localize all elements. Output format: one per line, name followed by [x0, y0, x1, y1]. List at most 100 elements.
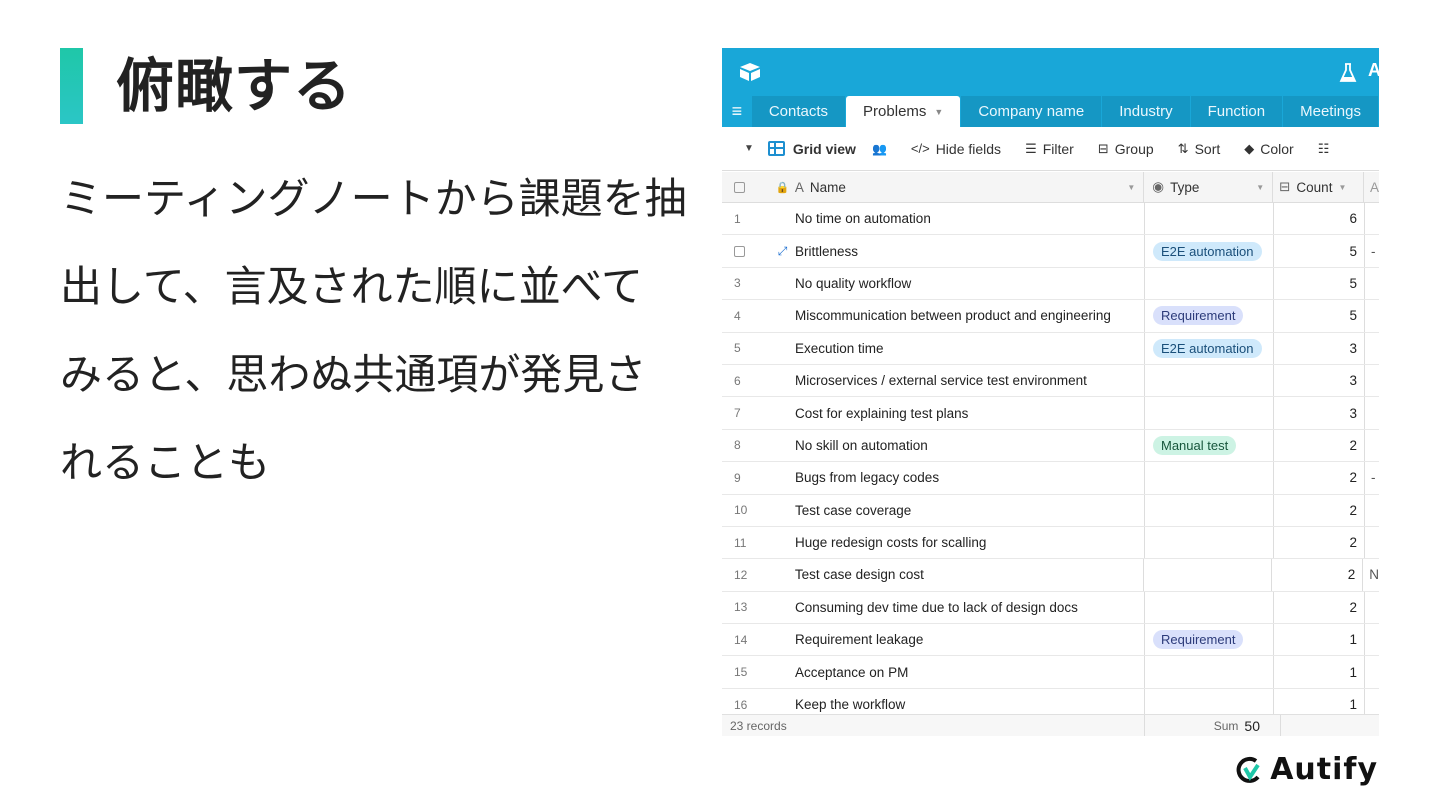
- name-cell[interactable]: Miscommunication between product and eng…: [795, 300, 1145, 332]
- caret-down-icon[interactable]: ▼: [744, 143, 754, 154]
- count-cell[interactable]: 2: [1272, 559, 1364, 591]
- app-logo-icon[interactable]: [738, 62, 762, 82]
- table-row[interactable]: 5 Execution time E2E automation 3: [722, 332, 1379, 365]
- caret-down-icon[interactable]: ▼: [934, 107, 943, 117]
- next-cell[interactable]: [1365, 624, 1379, 655]
- table-row[interactable]: 1 No time on automation 6: [722, 203, 1379, 236]
- tab-problems[interactable]: Problems ▼: [846, 96, 961, 127]
- menu-icon[interactable]: ≡: [722, 96, 752, 127]
- name-cell[interactable]: Consuming dev time due to lack of design…: [795, 591, 1145, 624]
- type-cell[interactable]: [1145, 656, 1274, 688]
- column-header-next[interactable]: A: [1364, 172, 1379, 202]
- next-cell[interactable]: [1365, 527, 1379, 558]
- count-cell[interactable]: 2: [1274, 429, 1365, 462]
- count-cell[interactable]: 1: [1274, 624, 1365, 656]
- next-cell[interactable]: [1365, 203, 1379, 234]
- sort-button[interactable]: ⇅ Sort: [1178, 141, 1221, 157]
- column-header-name[interactable]: A Name ▼: [795, 172, 1145, 202]
- table-row[interactable]: 13 Consuming dev time due to lack of desi…: [722, 591, 1379, 625]
- row-height-button[interactable]: ☷: [1318, 141, 1336, 157]
- hide-fields-button[interactable]: </> Hide fields: [911, 141, 1001, 157]
- expand-record-icon[interactable]: ⤢: [770, 235, 795, 266]
- table-row[interactable]: 3 No quality workflow 5: [722, 267, 1379, 301]
- name-cell[interactable]: Requirement leakage: [795, 624, 1145, 656]
- type-cell[interactable]: [1145, 267, 1274, 300]
- group-button[interactable]: ⊟ Group: [1098, 141, 1154, 157]
- count-cell[interactable]: 3: [1274, 364, 1365, 397]
- count-cell[interactable]: 1: [1274, 656, 1365, 688]
- table-row[interactable]: 6 Microservices / external service test e…: [722, 364, 1379, 398]
- type-cell[interactable]: [1145, 203, 1274, 235]
- name-cell[interactable]: No quality workflow: [795, 267, 1145, 300]
- checkbox[interactable]: [734, 181, 745, 193]
- type-cell[interactable]: Requirement: [1145, 624, 1274, 656]
- next-cell[interactable]: [1365, 300, 1379, 331]
- count-cell[interactable]: 5: [1274, 267, 1365, 300]
- tab-function[interactable]: Function: [1190, 96, 1283, 127]
- tab-company-name[interactable]: Company name: [961, 96, 1102, 127]
- name-cell[interactable]: No time on automation: [795, 203, 1145, 235]
- type-cell[interactable]: E2E automation: [1145, 235, 1274, 267]
- table-row[interactable]: 15 Acceptance on PM 1: [722, 656, 1379, 689]
- flask-icon[interactable]: [1339, 63, 1357, 83]
- name-cell[interactable]: Acceptance on PM: [795, 656, 1145, 688]
- type-cell[interactable]: E2E automation: [1145, 332, 1274, 364]
- tab-contacts[interactable]: Contacts: [751, 96, 846, 127]
- table-row[interactable]: 12 Test case design cost 2 N: [722, 559, 1379, 592]
- next-cell[interactable]: [1365, 365, 1379, 396]
- chevron-down-icon[interactable]: ▼: [1256, 183, 1264, 192]
- sum-summary[interactable]: Sum 50: [1145, 715, 1281, 736]
- type-cell[interactable]: [1145, 462, 1274, 494]
- next-cell[interactable]: N: [1363, 559, 1379, 590]
- chevron-down-icon[interactable]: ▼: [1338, 183, 1346, 192]
- name-cell[interactable]: No skill on automation: [795, 429, 1145, 462]
- next-cell[interactable]: [1365, 592, 1379, 623]
- type-cell[interactable]: [1144, 559, 1273, 591]
- count-cell[interactable]: 2: [1274, 591, 1365, 624]
- next-cell[interactable]: -: [1365, 462, 1379, 493]
- count-cell[interactable]: 5: [1274, 235, 1365, 267]
- next-cell[interactable]: -: [1365, 235, 1379, 266]
- next-cell[interactable]: [1365, 656, 1379, 687]
- type-cell[interactable]: Manual test: [1145, 429, 1274, 462]
- checkbox[interactable]: [734, 245, 745, 257]
- column-header-count[interactable]: ⊟ Count ▼: [1273, 172, 1364, 202]
- type-cell[interactable]: [1145, 591, 1274, 624]
- count-cell[interactable]: 2: [1274, 462, 1365, 494]
- name-cell[interactable]: Test case design cost: [795, 559, 1144, 591]
- count-cell[interactable]: 6: [1274, 203, 1365, 235]
- name-cell[interactable]: Microservices / external service test en…: [795, 364, 1145, 397]
- select-all-checkbox[interactable]: [722, 172, 770, 202]
- table-row[interactable]: 11 Huge redesign costs for scalling 2: [722, 526, 1379, 560]
- count-cell[interactable]: 5: [1274, 300, 1365, 332]
- table-row[interactable]: 7 Cost for explaining test plans 3: [722, 397, 1379, 430]
- type-cell[interactable]: Requirement: [1145, 300, 1274, 332]
- count-cell[interactable]: 3: [1274, 397, 1365, 429]
- next-cell[interactable]: [1365, 268, 1379, 299]
- count-cell[interactable]: 2: [1274, 526, 1365, 559]
- type-cell[interactable]: [1145, 494, 1274, 526]
- table-row[interactable]: 14 Requirement leakage Requirement 1: [722, 624, 1379, 657]
- type-cell[interactable]: [1145, 526, 1274, 559]
- name-cell[interactable]: Bugs from legacy codes: [795, 462, 1145, 494]
- count-cell[interactable]: 3: [1274, 332, 1365, 364]
- name-cell[interactable]: Cost for explaining test plans: [795, 397, 1145, 429]
- filter-button[interactable]: ☰ Filter: [1025, 141, 1074, 157]
- table-row[interactable]: ⤢ Brittleness E2E automation 5-: [722, 235, 1379, 268]
- next-cell[interactable]: [1365, 495, 1379, 526]
- view-switcher[interactable]: Grid view 👥: [767, 141, 887, 157]
- type-cell[interactable]: [1145, 364, 1274, 397]
- row-checkbox-cell[interactable]: [722, 235, 770, 266]
- chevron-down-icon[interactable]: ▼: [1127, 183, 1135, 192]
- column-header-type[interactable]: ◉ Type ▼: [1144, 172, 1274, 202]
- table-row[interactable]: 10 Test case coverage 2: [722, 494, 1379, 527]
- name-cell[interactable]: Huge redesign costs for scalling: [795, 526, 1145, 559]
- name-cell[interactable]: Execution time: [795, 332, 1145, 364]
- next-cell[interactable]: [1365, 397, 1379, 428]
- next-cell[interactable]: [1365, 333, 1379, 364]
- tab-meetings[interactable]: Meetings: [1283, 96, 1378, 127]
- count-cell[interactable]: 2: [1274, 494, 1365, 526]
- next-cell[interactable]: [1365, 430, 1379, 461]
- tab-industry[interactable]: Industry: [1102, 96, 1190, 127]
- table-row[interactable]: 9 Bugs from legacy codes 2-: [722, 462, 1379, 495]
